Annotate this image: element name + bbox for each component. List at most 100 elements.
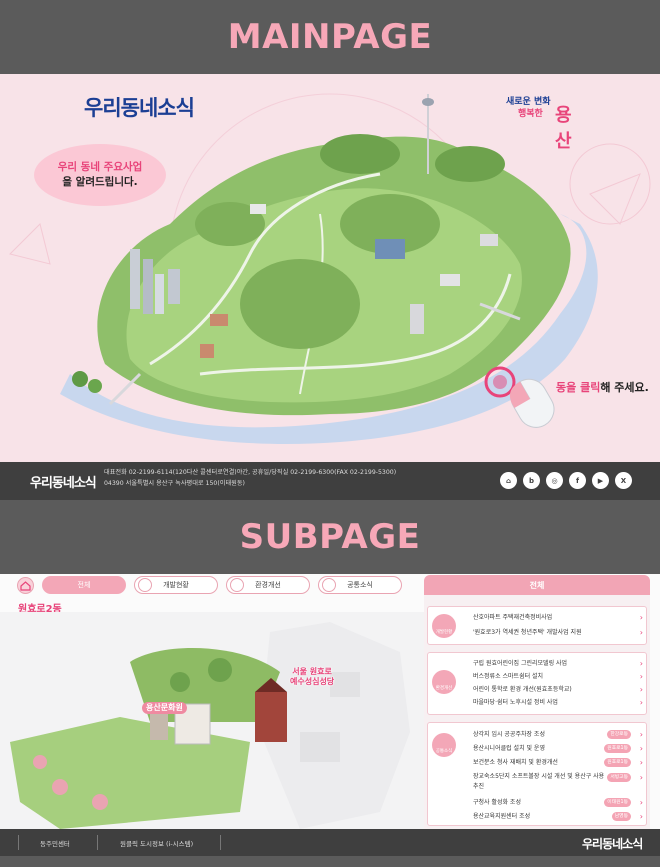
panel-title: 전체: [424, 575, 650, 595]
footer-contact-info: 대표전화 02-2199-6114(120다산 콜센터로연결)야간, 공휴일/당…: [104, 467, 404, 489]
card-development-label: 개발현황: [435, 630, 453, 635]
list-item-text: 용산교육지원센터 조성: [473, 813, 531, 820]
list-item-text: 구청사 활성화 조성: [473, 799, 521, 806]
bottom-band: [0, 856, 660, 867]
facebook-icon[interactable]: f: [569, 472, 586, 489]
bubble-highlight: 우리 동네 주요사업: [57, 161, 143, 173]
common-news-icon: [322, 578, 336, 592]
main-page: 우리동네소식 새로운 변화 행복한 용산 우리 동네 주요사업을 알려드립니다.…: [0, 74, 660, 462]
home-button[interactable]: [17, 577, 34, 594]
footer-address: 04390 서울특별시 용산구 녹사평대로 150(이태원동): [104, 480, 245, 487]
list-item[interactable]: 버스정류소 스마트쉼터 설치 ›: [473, 671, 643, 682]
sub-footer: 동주민센터 원클릭 도시정보 (i-시스템) 우리동네소식: [0, 829, 660, 856]
sub-page: 전체 개발현황 환경개선 공통소식 원효로2동 용산문화원 서울 원효로 예수성…: [0, 574, 660, 829]
x-icon[interactable]: X: [615, 472, 632, 489]
click-hint: 동을 클릭해 주세요.: [556, 379, 649, 395]
footer-logo[interactable]: 우리동네소식: [30, 472, 97, 491]
community-center-link[interactable]: 동주민센터: [40, 838, 70, 848]
card-environment-label: 환경개선: [435, 686, 453, 691]
cathedral-label[interactable]: 서울 원효로 예수성심성당: [286, 666, 338, 688]
card-common: 공통소식 상각지 임시 공공주차장 조성 한강로동 › 용산시니어클럽 설치 및 운…: [427, 722, 647, 826]
tab-all-label: 전체: [77, 581, 91, 589]
list-item-text: '원효로3가 역세권 청년주택' 개발사업 지원: [473, 629, 582, 636]
tab-common-label: 공통소식: [347, 581, 373, 589]
chevron-right-icon: ›: [639, 758, 643, 767]
divider: [18, 835, 19, 850]
tab-all[interactable]: 전체: [42, 576, 126, 594]
brand-logo-text: 우리동네소식: [84, 96, 195, 120]
environment-icon: [230, 578, 244, 592]
list-item[interactable]: 보건분소 청사 재배치 및 환경개선 원효로1동 ›: [473, 757, 643, 768]
mainpage-banner: MAINPAGE: [0, 0, 660, 74]
list-item-text: 어린이 통학로 환경 개선(원효초등학교): [473, 686, 572, 693]
footer2-logo[interactable]: 우리동네소식: [582, 835, 643, 852]
home-icon[interactable]: ⌂: [500, 472, 517, 489]
tab-development[interactable]: 개발현황: [134, 576, 218, 594]
list-item[interactable]: 용산교육지원센터 조성 남영동 ›: [473, 811, 643, 822]
yongsan-gu-logo[interactable]: 새로운 변화 행복한 용산: [506, 94, 586, 152]
list-item-text: 보건분소 청사 재배치 및 환경개선: [473, 759, 558, 766]
village-map[interactable]: [0, 612, 424, 829]
list-item[interactable]: 상각지 임시 공공주차장 조성 한강로동 ›: [473, 729, 643, 740]
tab-common[interactable]: 공통소식: [318, 576, 402, 594]
news-panel: 전체 개발현황 산호아파트 주택재건축정비사업 › '원효로3가 역세권 청년주택…: [424, 575, 650, 829]
development-category-icon: 개발현황: [432, 614, 456, 638]
subpage-banner: SUBPAGE: [0, 500, 660, 574]
list-item[interactable]: 구립 원효어린이집 그린리모델링 사업 ›: [473, 658, 643, 669]
youtube-icon[interactable]: ▶: [592, 472, 609, 489]
development-icon: [138, 578, 152, 592]
card-common-label: 공통소식: [435, 749, 453, 754]
dong-badge: 남영동: [611, 812, 631, 821]
list-item-text: 장교숙소5단지 소프트볼장 시설 개선 및 용산구 사용 추진: [473, 773, 605, 790]
cathedral-label-line1: 서울 원효로: [292, 667, 332, 676]
city-info-link[interactable]: 원클릭 도시정보 (i-시스템): [120, 838, 193, 848]
chevron-right-icon: ›: [639, 659, 643, 668]
list-item[interactable]: '원효로3가 역세권 청년주택' 개발사업 지원 ›: [473, 627, 643, 638]
list-item[interactable]: 산호아파트 주택재건축정비사업 ›: [473, 612, 643, 623]
tab-development-label: 개발현황: [163, 581, 189, 589]
list-item-text: 산호아파트 주택재건축정비사업: [473, 614, 553, 621]
list-item[interactable]: 구청사 활성화 조성 이태원1동 ›: [473, 797, 643, 808]
chevron-right-icon: ›: [639, 672, 643, 681]
environment-category-icon: 환경개선: [432, 670, 456, 694]
speech-bubble: 우리 동네 주요사업을 알려드립니다.: [34, 144, 166, 206]
cathedral-label-line2: 예수성심성당: [290, 677, 335, 686]
subpage-title: SUBPAGE: [239, 517, 421, 557]
blog-icon[interactable]: b: [523, 472, 540, 489]
brand-logo[interactable]: 우리동네소식: [84, 92, 195, 122]
list-item[interactable]: 장교숙소5단지 소프트볼장 시설 개선 및 용산구 사용 추진 서빙고동 ›: [473, 772, 643, 794]
list-item-text: 상각지 임시 공공주차장 조성: [473, 731, 545, 738]
site-footer: 우리동네소식 대표전화 02-2199-6114(120다산 콜센터로연결)야간…: [0, 462, 660, 500]
list-item[interactable]: 용산시니어클럽 설치 및 운영 원효로1동 ›: [473, 743, 643, 754]
click-hint-text: 해 주세요.: [600, 381, 649, 394]
instagram-icon[interactable]: ◎: [546, 472, 563, 489]
click-hint-highlight: 동을 클릭: [556, 381, 601, 394]
gu-slogan-line2: 행복한: [518, 109, 543, 119]
bubble-text: 을 알려드립니다.: [62, 176, 138, 188]
chevron-right-icon: ›: [639, 613, 643, 622]
culture-center-label[interactable]: 용산문화원: [142, 702, 187, 714]
chevron-right-icon: ›: [639, 812, 643, 821]
list-item-text: 구립 원효어린이집 그린리모델링 사업: [473, 660, 568, 667]
chevron-right-icon: ›: [639, 628, 643, 637]
mainpage-title: MAINPAGE: [227, 17, 433, 57]
chevron-right-icon: ›: [639, 685, 643, 694]
chevron-right-icon: ›: [639, 744, 643, 753]
chevron-right-icon: ›: [639, 773, 643, 782]
dong-badge: 원효로1동: [604, 744, 631, 753]
tab-environment-label: 환경개선: [255, 581, 281, 589]
tab-environment[interactable]: 환경개선: [226, 576, 310, 594]
list-item-text: 마을마당·쉼터 노후시설 정비 사업: [473, 699, 558, 706]
gu-name: 용산: [555, 105, 572, 152]
chevron-right-icon: ›: [639, 798, 643, 807]
divider: [97, 835, 98, 850]
footer-phone: 대표전화 02-2199-6114(120다산 콜센터로연결)야간, 공휴일/당…: [104, 469, 397, 476]
home-icon: [20, 581, 31, 591]
list-item[interactable]: 어린이 통학로 환경 개선(원효초등학교) ›: [473, 684, 643, 695]
chevron-right-icon: ›: [639, 730, 643, 739]
card-development: 개발현황 산호아파트 주택재건축정비사업 › '원효로3가 역세권 청년주택' 개…: [427, 606, 647, 645]
divider: [220, 835, 221, 850]
dong-badge: 이태원1동: [604, 798, 631, 807]
list-item[interactable]: 마을마당·쉼터 노후시설 정비 사업 ›: [473, 697, 643, 708]
list-item-text: 버스정류소 스마트쉼터 설치: [473, 673, 544, 680]
